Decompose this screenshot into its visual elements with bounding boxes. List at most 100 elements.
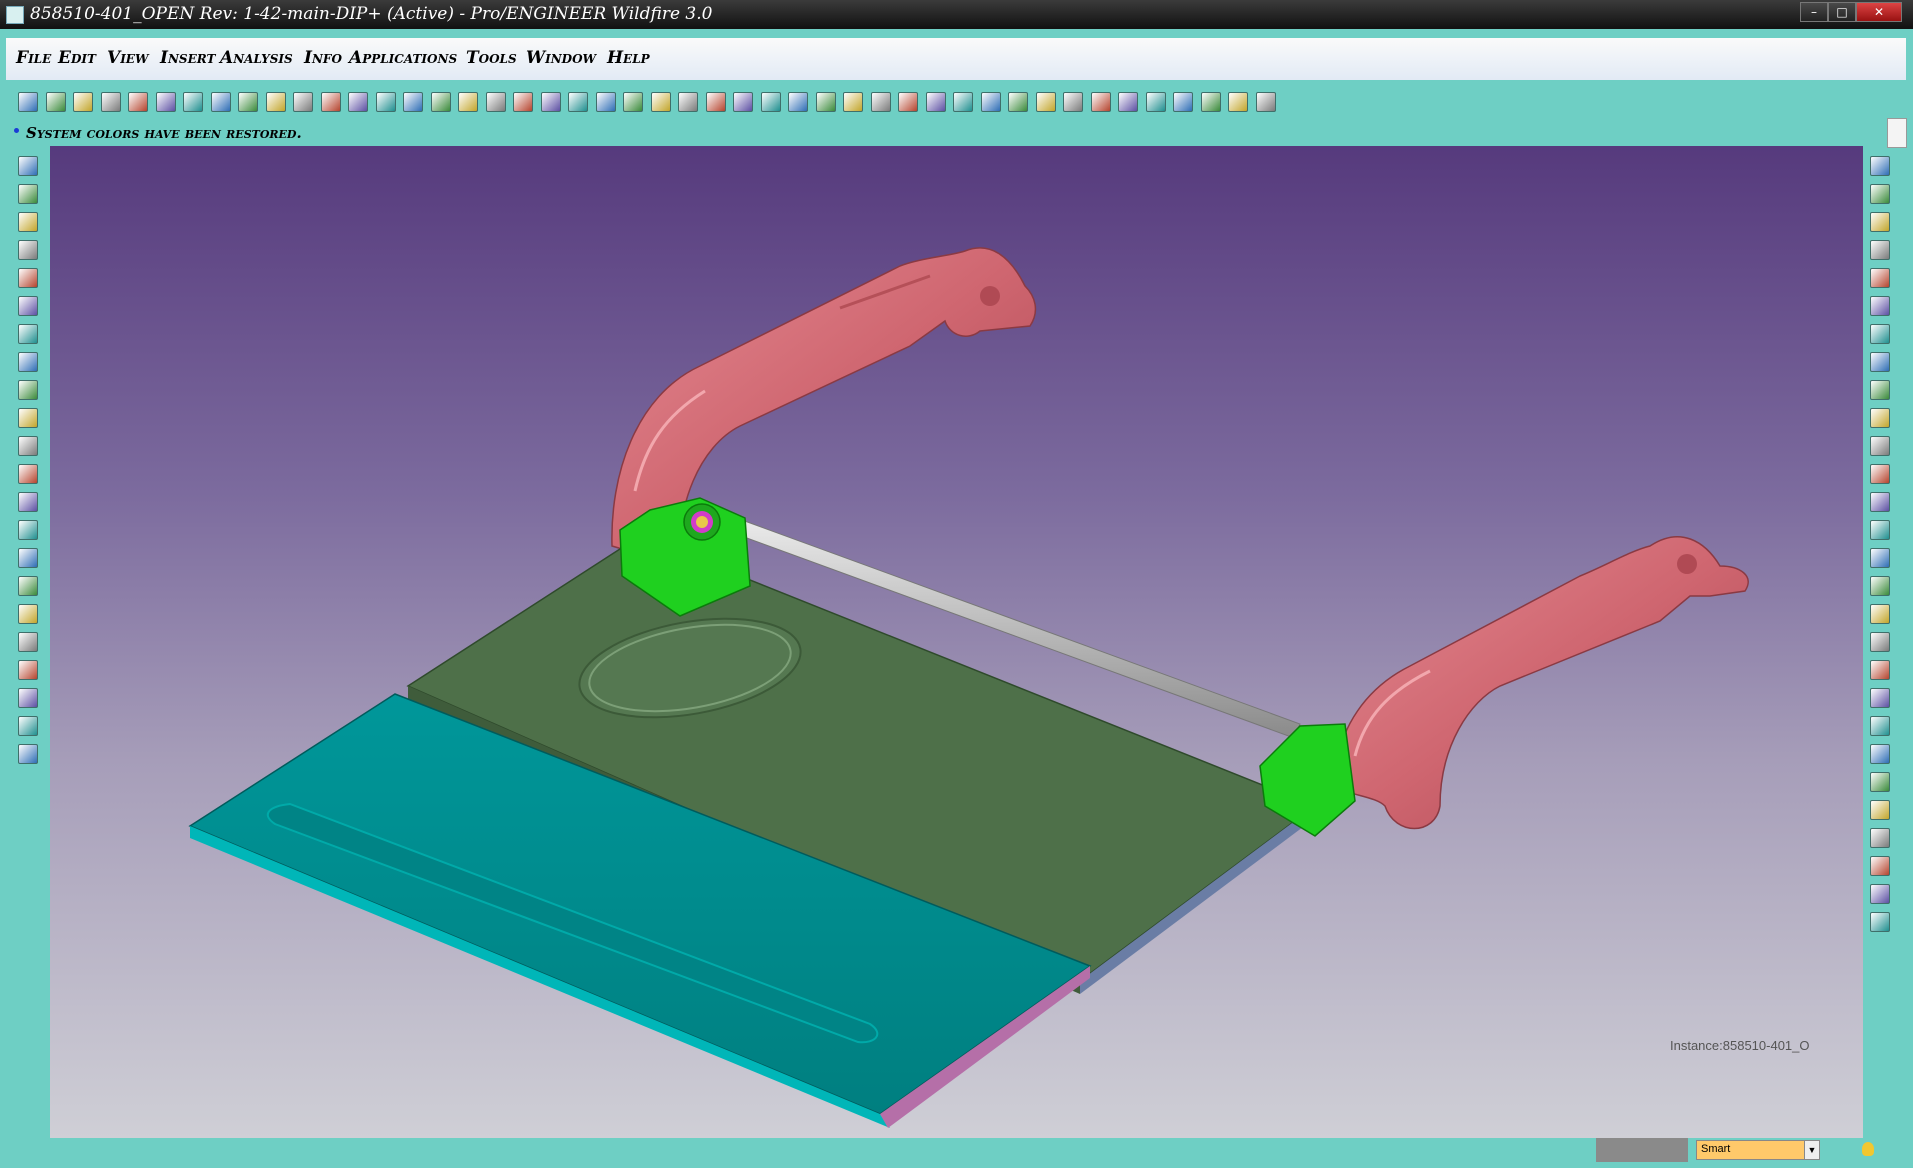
model-tree-icon[interactable] — [73, 92, 93, 112]
spin-icon[interactable] — [1870, 492, 1890, 512]
zoom-in-icon[interactable] — [1870, 408, 1890, 428]
select-icon[interactable] — [348, 92, 368, 112]
arm-right[interactable] — [1334, 536, 1749, 830]
open-file-icon[interactable] — [1870, 268, 1890, 288]
pattern-icon[interactable] — [18, 548, 38, 568]
layers-icon[interactable] — [1870, 184, 1890, 204]
wireframe-icon[interactable] — [1870, 576, 1890, 596]
menu-applications[interactable]: Applications — [349, 48, 457, 68]
message-scrollbar[interactable] — [1887, 118, 1907, 148]
menu-info[interactable]: Info — [304, 48, 342, 68]
export-icon[interactable] — [265, 92, 286, 112]
zoom-out-icon[interactable] — [705, 92, 726, 112]
datum-axis-icon[interactable] — [18, 184, 38, 204]
shell-icon[interactable] — [18, 492, 38, 512]
new-file-icon[interactable] — [100, 92, 121, 112]
zoom-in-icon[interactable] — [678, 92, 698, 112]
refit-icon[interactable] — [568, 92, 588, 112]
refit-icon[interactable] — [1870, 380, 1890, 400]
menu-analysis[interactable]: Analysis — [220, 48, 293, 68]
app-icon[interactable] — [6, 6, 24, 24]
spin-icon[interactable] — [623, 92, 643, 112]
view-manager-icon[interactable] — [760, 92, 781, 112]
regenerate-icon[interactable] — [293, 92, 313, 112]
menu-view[interactable]: View — [107, 48, 148, 68]
layer-view-icon[interactable] — [1870, 744, 1890, 764]
spin-center-icon[interactable] — [1145, 92, 1166, 112]
revolve-icon[interactable] — [18, 296, 38, 316]
round-icon[interactable] — [18, 408, 38, 428]
edit-icon[interactable] — [1870, 324, 1890, 344]
menu-window[interactable]: Window — [526, 48, 596, 68]
chevron-down-icon[interactable]: ▼ — [1804, 1141, 1819, 1159]
cut-icon[interactable] — [430, 92, 451, 112]
wireframe-icon[interactable] — [925, 92, 946, 112]
appearance-icon[interactable] — [898, 92, 918, 112]
save-copy-icon[interactable] — [183, 92, 203, 112]
no-hidden-icon[interactable] — [1870, 632, 1890, 652]
redo-icon[interactable] — [403, 92, 423, 112]
annotation-icon[interactable] — [1173, 92, 1193, 112]
intersect-icon[interactable] — [18, 744, 38, 764]
datum-points-icon[interactable] — [1870, 828, 1890, 848]
view-manager-icon[interactable] — [1870, 548, 1890, 568]
coordinate-system-icon[interactable] — [1118, 92, 1138, 112]
pan-icon[interactable] — [1870, 520, 1890, 540]
menu-edit[interactable]: Edit — [58, 48, 96, 68]
named-views-icon[interactable] — [788, 92, 808, 112]
zoom-window-icon[interactable] — [1870, 464, 1890, 484]
print-preview-icon[interactable] — [238, 92, 258, 112]
rib-icon[interactable] — [18, 464, 38, 484]
find-icon[interactable] — [1870, 156, 1890, 176]
menu-file[interactable]: File — [16, 48, 51, 68]
hole-icon[interactable] — [18, 380, 38, 400]
datum-planes-icon[interactable] — [1035, 92, 1056, 112]
hidden-line-icon[interactable] — [1870, 604, 1890, 624]
print-icon[interactable] — [1870, 352, 1890, 372]
datum-axes-icon[interactable] — [1063, 92, 1083, 112]
sketch-icon[interactable] — [1870, 772, 1890, 792]
print-icon[interactable] — [210, 92, 231, 112]
merge-icon[interactable] — [18, 604, 38, 624]
menu-insert[interactable]: Insert — [160, 48, 215, 68]
hidden-line-icon[interactable] — [953, 92, 973, 112]
sweep-icon[interactable] — [18, 324, 38, 344]
no-hidden-icon[interactable] — [980, 92, 1001, 112]
datum-display-icon[interactable] — [815, 92, 836, 112]
undo-icon[interactable] — [375, 92, 396, 112]
window-activate-icon[interactable] — [1228, 92, 1248, 112]
orient-icon[interactable] — [595, 92, 616, 112]
save-icon[interactable] — [155, 92, 176, 112]
datum-points-icon[interactable] — [1090, 92, 1111, 112]
offset-icon[interactable] — [18, 660, 38, 680]
whats-this-icon[interactable] — [1200, 92, 1221, 112]
close-window-icon[interactable] — [45, 92, 66, 112]
datum-curve-icon[interactable] — [18, 212, 38, 232]
pan-icon[interactable] — [650, 92, 671, 112]
selection-filter-dropdown[interactable]: Smart ▼ — [1696, 1140, 1820, 1160]
zoom-window-icon[interactable] — [733, 92, 753, 112]
sketch-icon[interactable] — [320, 92, 341, 112]
close-window-button[interactable]: ✕ — [1856, 2, 1902, 22]
datum-plane-icon[interactable] — [18, 156, 38, 176]
blend-icon[interactable] — [18, 352, 38, 372]
datum-curve-icon[interactable] — [1870, 688, 1890, 708]
open-file-icon[interactable] — [128, 92, 148, 112]
select-box-icon[interactable] — [540, 92, 561, 112]
model-tree-icon[interactable] — [1870, 212, 1890, 232]
menu-tools[interactable]: Tools — [466, 48, 517, 68]
shaded-icon[interactable] — [1870, 660, 1890, 680]
save-icon[interactable] — [1870, 296, 1890, 316]
layers-icon[interactable] — [870, 92, 891, 112]
extrude-icon[interactable] — [18, 268, 38, 288]
annotation-icon[interactable] — [1870, 912, 1890, 932]
thicken-icon[interactable] — [18, 688, 38, 708]
window-activate-icon[interactable] — [1870, 240, 1890, 260]
graphics-viewport[interactable]: Instance:858510-401_O — [50, 146, 1863, 1138]
draft-icon[interactable] — [18, 520, 38, 540]
datum-plane-icon[interactable] — [1870, 716, 1890, 736]
spline-icon[interactable] — [1870, 800, 1890, 820]
axis-icon[interactable] — [843, 92, 863, 112]
find-icon[interactable] — [513, 92, 533, 112]
solidify-icon[interactable] — [18, 716, 38, 736]
